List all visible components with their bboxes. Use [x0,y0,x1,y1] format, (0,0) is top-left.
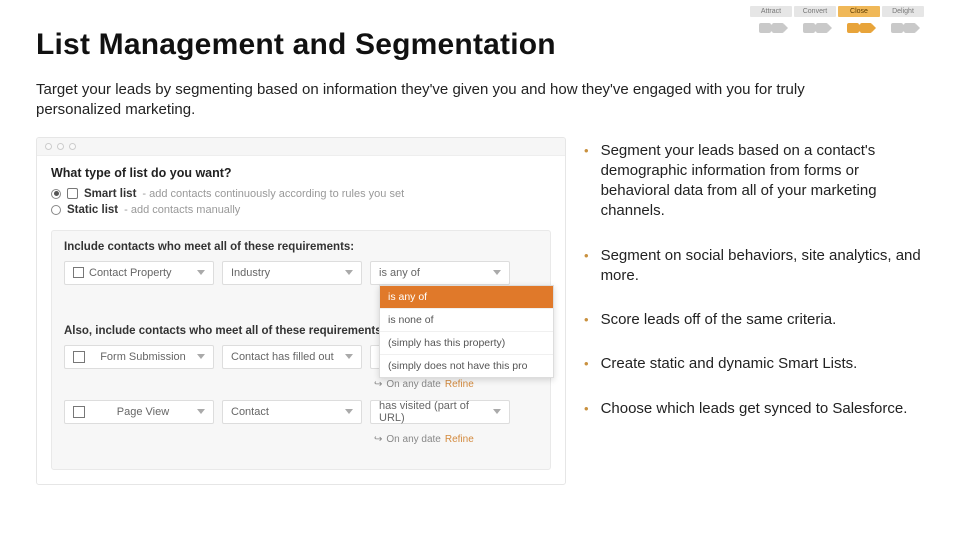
traffic-light-icon [45,143,52,150]
radio-icon [51,189,61,199]
bullet-icon: • [584,310,589,330]
dropdown-option[interactable]: is none of [380,308,553,331]
stage-delight: Delight [882,6,924,37]
chevron-down-icon [493,409,501,414]
include-label: Include contacts who meet all of these r… [64,241,538,253]
refresh-icon [67,188,78,199]
dropdown-option[interactable]: is any of [380,286,553,308]
dropdown-option[interactable]: (simply has this property) [380,331,553,354]
chevron-down-icon [197,270,205,275]
radio-desc: - add contacts continuously according to… [142,188,404,200]
radio-icon [51,205,61,215]
list-type-question: What type of list do you want? [51,166,551,180]
bullet-text: Create static and dynamic Smart Lists. [601,354,858,374]
type-select[interactable]: Form Submission [64,345,214,369]
bullet-icon: • [584,354,589,374]
who-select[interactable]: Contact [222,400,362,424]
bullet-text: Segment on social behaviors, site analyt… [601,246,924,287]
chevron-down-icon [197,409,205,414]
radio-static-list[interactable]: Static list - add contacts manually [51,204,551,216]
window-chrome [37,138,565,156]
field-select[interactable]: Industry [222,261,362,285]
dropdown-option[interactable]: (simply does not have this pro [380,354,553,377]
bullet-icon: • [584,141,589,222]
radio-desc: - add contacts manually [124,204,240,216]
page-subtitle: Target your leads by segmenting based on… [36,80,816,121]
condition-select[interactable]: is any of [370,261,510,285]
radio-label: Static list [67,204,118,216]
property-select[interactable]: Contact Property [64,261,214,285]
bullet-text: Choose which leads get synced to Salesfo… [601,399,908,419]
type-select[interactable]: Page View [64,400,214,424]
refine-link[interactable]: Refine [445,379,474,390]
chevron-down-icon [493,270,501,275]
bullet-icon: • [584,246,589,287]
bullet-text: Score leads off of the same criteria. [601,310,837,330]
refine-line: ↪ On any date Refine [64,379,538,390]
flag-icon: Contact Property [73,267,172,279]
chevron-down-icon [345,354,353,359]
condition-dropdown: is any of is none of (simply has this pr… [379,285,554,378]
refine-link[interactable]: Refine [445,434,474,445]
criteria-panel: Include contacts who meet all of these r… [51,230,551,470]
traffic-light-icon [57,143,64,150]
chevron-down-icon [197,354,205,359]
radio-label: Smart list [84,188,136,200]
chevron-down-icon [345,270,353,275]
page-icon [73,405,89,417]
bullet-icon: • [584,399,589,419]
refine-line: ↪ On any date Refine [64,434,538,445]
stage-convert: Convert [794,6,836,37]
form-icon [73,350,89,362]
screenshot-panel: What type of list do you want? Smart lis… [36,137,566,485]
stage-attract: Attract [750,6,792,37]
radio-smart-list[interactable]: Smart list - add contacts continuously a… [51,188,551,200]
who-select[interactable]: Contact has filled out [222,345,362,369]
traffic-light-icon [69,143,76,150]
what-select[interactable]: has visited (part of URL) [370,400,510,424]
process-diagram: Attract Convert Close Delight [750,6,924,37]
bullet-list: •Segment your leads based on a contact's… [584,137,924,443]
bullet-text: Segment your leads based on a contact's … [601,141,924,222]
stage-close: Close [838,6,880,37]
chevron-down-icon [345,409,353,414]
